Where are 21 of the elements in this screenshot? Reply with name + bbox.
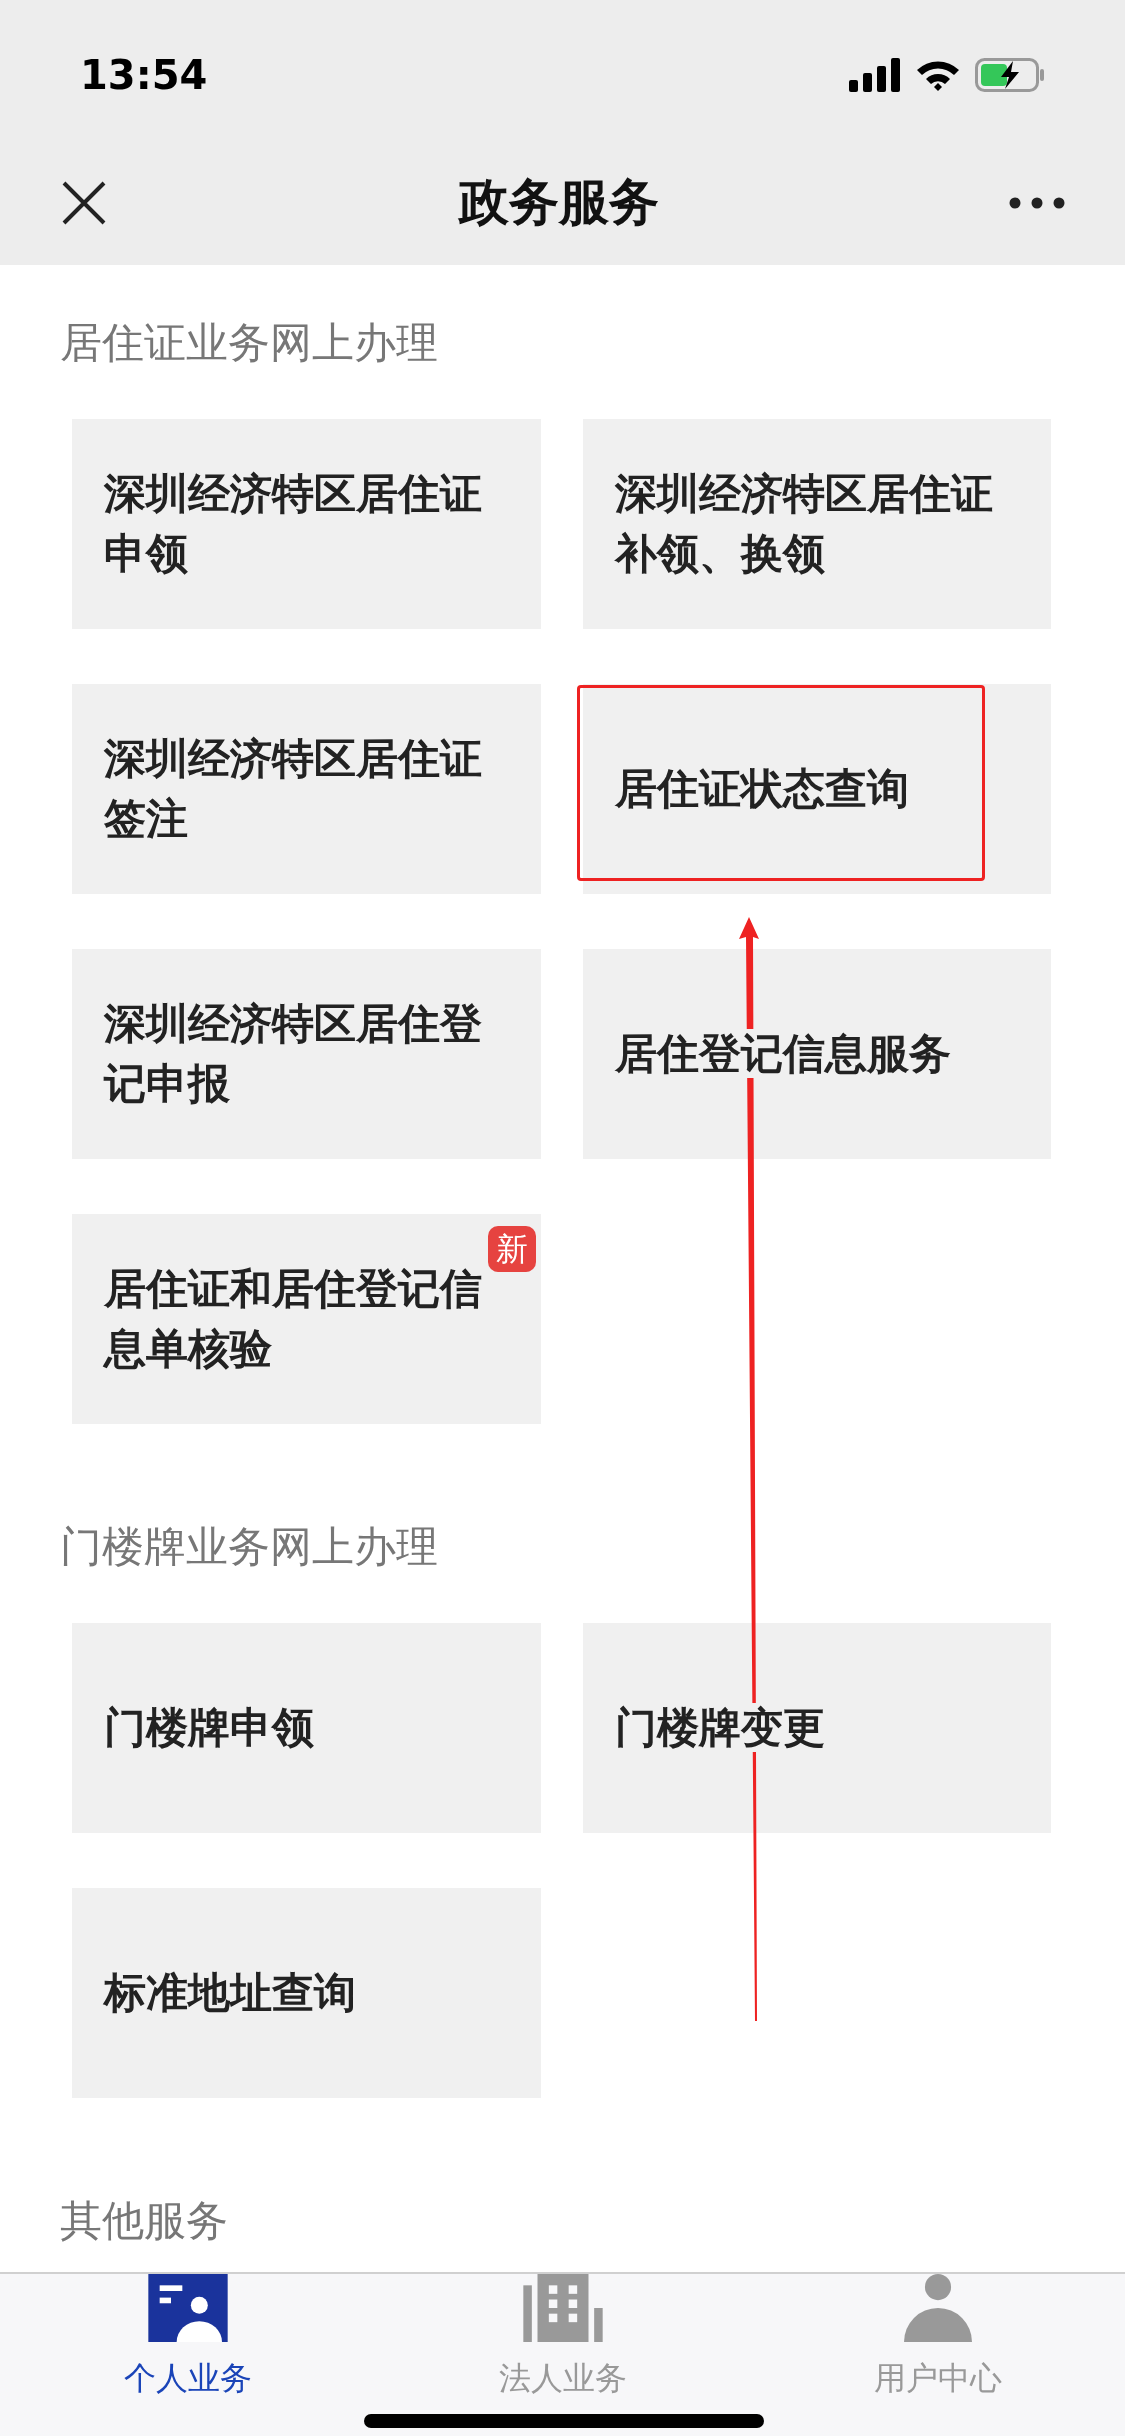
section-title: 其他服务 <box>59 2195 229 2247</box>
section-title: 居住证业务网上办理 <box>59 317 439 369</box>
service-tile[interactable]: 门楼牌变更 <box>582 1623 1051 1833</box>
more-icon <box>1009 196 1065 209</box>
service-tile[interactable]: 标准地址查询 <box>72 1888 541 2098</box>
status-time: 13:54 <box>80 51 208 100</box>
new-badge: 新 <box>487 1226 536 1272</box>
close-icon <box>61 179 107 226</box>
service-tile[interactable]: 居住登记信息服务 <box>582 949 1051 1159</box>
service-tile[interactable]: 深圳经济特区居住证补领、换领 <box>582 419 1051 629</box>
service-tile[interactable]: 深圳经济特区居住登记申报 <box>72 949 541 1159</box>
wifi-icon <box>915 58 961 92</box>
tab-item[interactable]: 个人业务 <box>0 2274 375 2436</box>
service-tile[interactable]: 门楼牌申领 <box>72 1623 541 1833</box>
battery-icon <box>975 58 1045 92</box>
section-title: 门楼牌业务网上办理 <box>59 1521 439 1573</box>
signal-icon <box>849 58 901 92</box>
service-tile[interactable]: 居住证状态查询 <box>582 684 1051 894</box>
service-tile[interactable]: 深圳经济特区居住证申领 <box>72 419 541 629</box>
service-tile[interactable]: 深圳经济特区居住证签注 <box>72 684 541 894</box>
page-title: 政务服务 <box>458 172 659 233</box>
